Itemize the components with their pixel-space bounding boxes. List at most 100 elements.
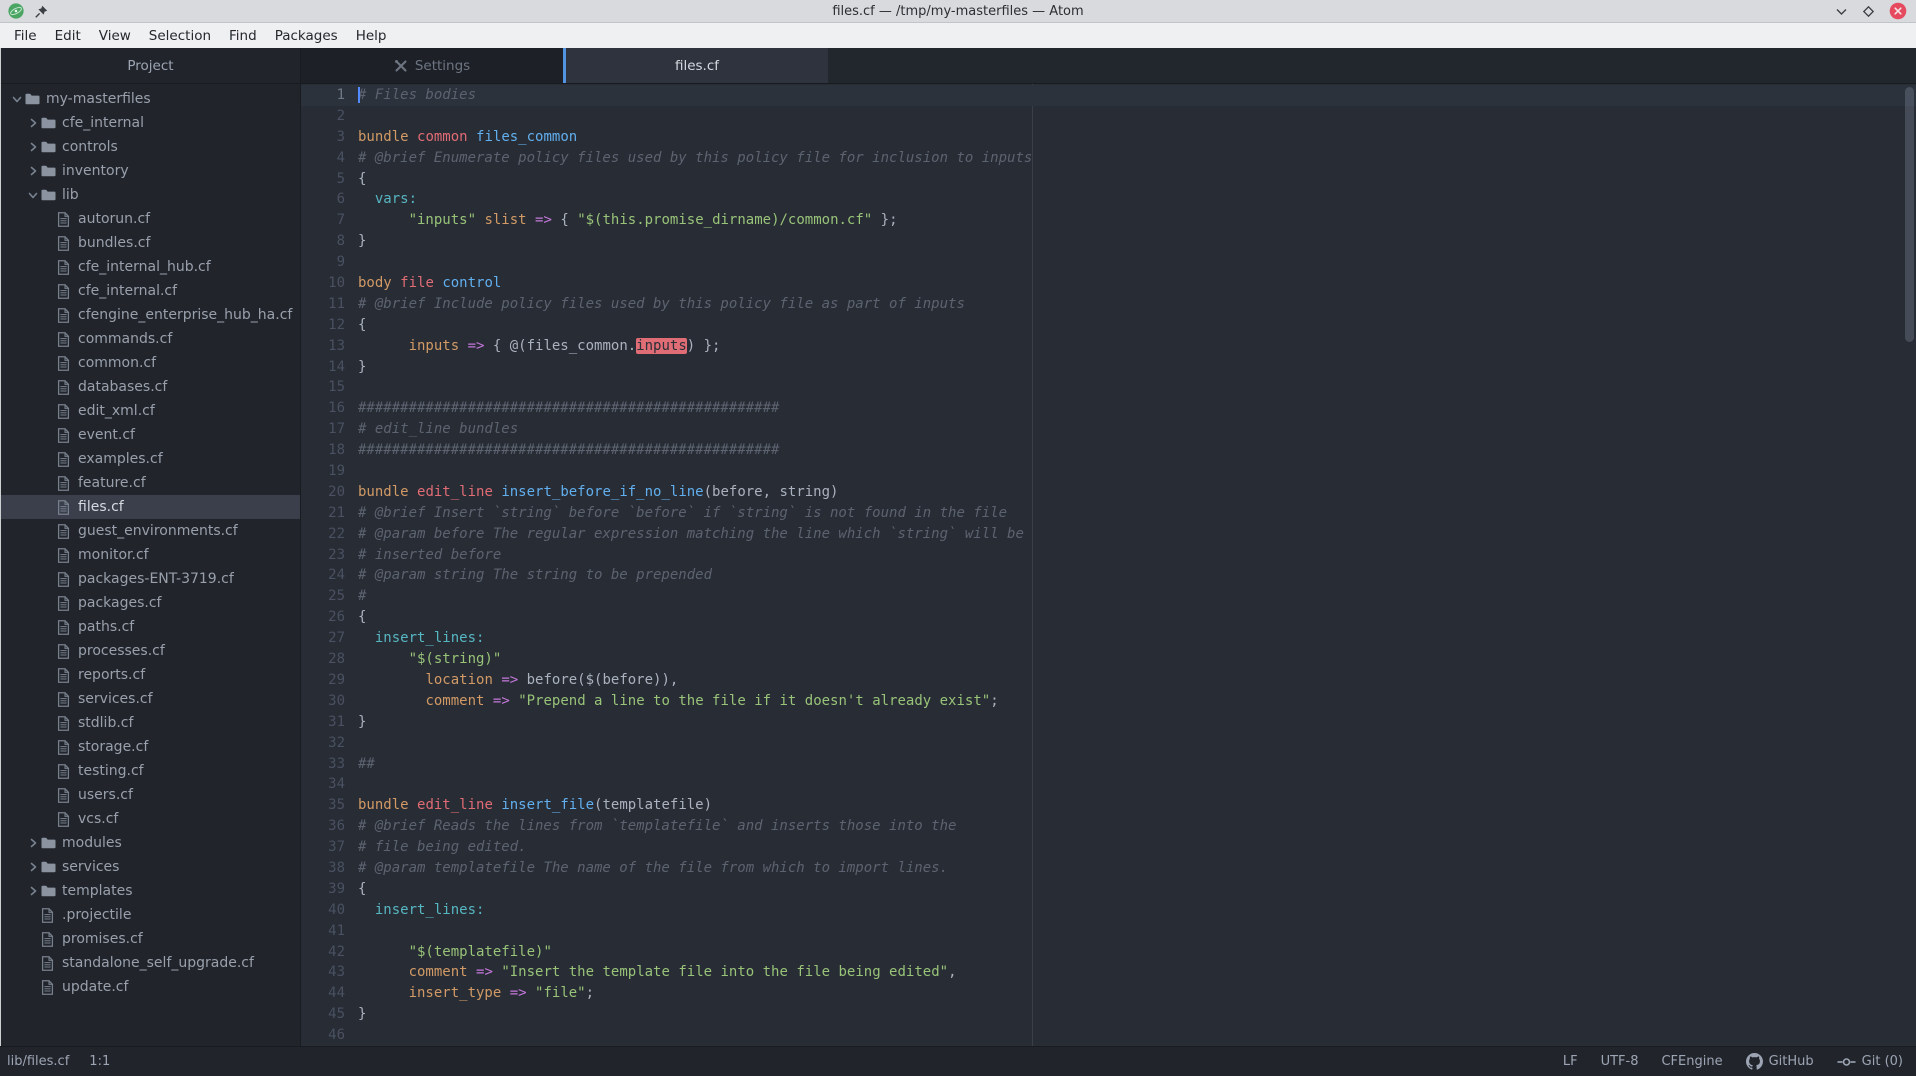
code-line-18[interactable]: 18######################################… — [301, 440, 1916, 461]
chevron-slot[interactable] — [25, 191, 41, 200]
chevron-slot[interactable] — [25, 166, 41, 176]
code-line-31[interactable]: 31} — [301, 712, 1916, 733]
tree-item-promises.cf[interactable]: promises.cf — [1, 927, 300, 951]
code-line-10[interactable]: 10body file control — [301, 273, 1916, 294]
tree-item-storage.cf[interactable]: storage.cf — [1, 735, 300, 759]
tree-item-cfe_internal_hub.cf[interactable]: cfe_internal_hub.cf — [1, 255, 300, 279]
project-panel-header[interactable]: Project — [1, 48, 300, 84]
chevron-slot[interactable] — [25, 142, 41, 152]
tree-item-feature.cf[interactable]: feature.cf — [1, 471, 300, 495]
tree-item-stdlib.cf[interactable]: stdlib.cf — [1, 711, 300, 735]
menu-find[interactable]: Find — [220, 28, 266, 44]
code-line-23[interactable]: 23# inserted before — [301, 545, 1916, 566]
code-line-41[interactable]: 41 — [301, 921, 1916, 942]
code-line-45[interactable]: 45} — [301, 1004, 1916, 1025]
code-line-20[interactable]: 20bundle edit_line insert_before_if_no_l… — [301, 482, 1916, 503]
chevron-slot[interactable] — [25, 118, 41, 128]
status-lf[interactable]: LF — [1563, 1054, 1578, 1069]
tree-item-services.cf[interactable]: services.cf — [1, 687, 300, 711]
status-cfengine[interactable]: CFEngine — [1661, 1054, 1722, 1069]
status-utf-8[interactable]: UTF-8 — [1601, 1054, 1639, 1069]
code-line-35[interactable]: 35bundle edit_line insert_file(templatef… — [301, 795, 1916, 816]
vertical-scrollbar[interactable] — [1905, 87, 1914, 342]
code-line-13[interactable]: 13 inputs => { @(files_common.inputs) }; — [301, 336, 1916, 357]
tree-item-cfe_internal.cf[interactable]: cfe_internal.cf — [1, 279, 300, 303]
code-line-26[interactable]: 26{ — [301, 607, 1916, 628]
tree-item-testing.cf[interactable]: testing.cf — [1, 759, 300, 783]
code-line-38[interactable]: 38# @param templatefile The name of the … — [301, 858, 1916, 879]
tree-item-examples.cf[interactable]: examples.cf — [1, 447, 300, 471]
maximize-button[interactable] — [1862, 5, 1875, 18]
code-line-29[interactable]: 29 location => before($(before)), — [301, 670, 1916, 691]
code-line-37[interactable]: 37# file being edited. — [301, 837, 1916, 858]
code-line-24[interactable]: 24# @param string The string to be prepe… — [301, 565, 1916, 586]
tree-item-modules[interactable]: modules — [1, 831, 300, 855]
tree-item-standalone_self_upgrade.cf[interactable]: standalone_self_upgrade.cf — [1, 951, 300, 975]
tree-item-templates[interactable]: templates — [1, 879, 300, 903]
tree-item-cfe_internal[interactable]: cfe_internal — [1, 111, 300, 135]
code-line-32[interactable]: 32 — [301, 733, 1916, 754]
text-editor[interactable]: 1# Files bodies23bundle common files_com… — [301, 84, 1916, 1046]
code-line-40[interactable]: 40 insert_lines: — [301, 900, 1916, 921]
tree-item-my-masterfiles[interactable]: my-masterfiles — [1, 87, 300, 111]
status-file-path[interactable]: lib/files.cf — [7, 1054, 69, 1069]
minimize-button[interactable] — [1835, 7, 1848, 16]
code-line-8[interactable]: 8} — [301, 231, 1916, 252]
code-line-19[interactable]: 19 — [301, 461, 1916, 482]
code-line-43[interactable]: 43 comment => "Insert the template file … — [301, 962, 1916, 983]
tree-item-paths.cf[interactable]: paths.cf — [1, 615, 300, 639]
tree-item-autorun.cf[interactable]: autorun.cf — [1, 207, 300, 231]
chevron-slot[interactable] — [25, 886, 41, 896]
tree-item-users.cf[interactable]: users.cf — [1, 783, 300, 807]
code-line-30[interactable]: 30 comment => "Prepend a line to the fil… — [301, 691, 1916, 712]
code-line-46[interactable]: 46 — [301, 1025, 1916, 1046]
tree-item-event.cf[interactable]: event.cf — [1, 423, 300, 447]
code-line-6[interactable]: 6 vars: — [301, 189, 1916, 210]
tree-item-inventory[interactable]: inventory — [1, 159, 300, 183]
code-line-28[interactable]: 28 "$(string)" — [301, 649, 1916, 670]
chevron-slot[interactable] — [25, 838, 41, 848]
code-line-42[interactable]: 42 "$(templatefile)" — [301, 942, 1916, 963]
code-line-14[interactable]: 14} — [301, 357, 1916, 378]
tree-item-packages-ENT-3719.cf[interactable]: packages-ENT-3719.cf — [1, 567, 300, 591]
tree-item-packages.cf[interactable]: packages.cf — [1, 591, 300, 615]
pin-icon[interactable] — [35, 5, 48, 18]
tree-item-update.cf[interactable]: update.cf — [1, 975, 300, 999]
tree-item-databases.cf[interactable]: databases.cf — [1, 375, 300, 399]
tree-item-controls[interactable]: controls — [1, 135, 300, 159]
tree-item-cfengine_enterprise_hub_ha.cf[interactable]: cfengine_enterprise_hub_ha.cf — [1, 303, 300, 327]
tree-item-edit_xml.cf[interactable]: edit_xml.cf — [1, 399, 300, 423]
code-line-7[interactable]: 7 "inputs" slist => { "$(this.promise_di… — [301, 210, 1916, 231]
code-line-3[interactable]: 3bundle common files_common — [301, 127, 1916, 148]
code-line-39[interactable]: 39{ — [301, 879, 1916, 900]
status-git-0-[interactable]: Git (0) — [1837, 1054, 1903, 1069]
tree-item-lib[interactable]: lib — [1, 183, 300, 207]
tree-item-processes.cf[interactable]: processes.cf — [1, 639, 300, 663]
code-line-9[interactable]: 9 — [301, 252, 1916, 273]
menu-selection[interactable]: Selection — [140, 28, 220, 44]
tab-settings[interactable]: Settings — [301, 48, 563, 83]
tree-item-bundles.cf[interactable]: bundles.cf — [1, 231, 300, 255]
code-line-44[interactable]: 44 insert_type => "file"; — [301, 983, 1916, 1004]
code-line-22[interactable]: 22# @param before The regular expression… — [301, 524, 1916, 545]
tree-item-files.cf[interactable]: files.cf — [1, 495, 300, 519]
status-cursor-position[interactable]: 1:1 — [89, 1054, 110, 1069]
code-line-2[interactable]: 2 — [301, 106, 1916, 127]
code-line-34[interactable]: 34 — [301, 774, 1916, 795]
menu-edit[interactable]: Edit — [46, 28, 90, 44]
code-line-1[interactable]: 1# Files bodies — [301, 85, 1916, 106]
tree-item-vcs.cf[interactable]: vcs.cf — [1, 807, 300, 831]
chevron-slot[interactable] — [25, 862, 41, 872]
tree-item-guest_environments.cf[interactable]: guest_environments.cf — [1, 519, 300, 543]
code-line-11[interactable]: 11# @brief Include policy files used by … — [301, 294, 1916, 315]
status-github[interactable]: GitHub — [1746, 1053, 1814, 1070]
menu-help[interactable]: Help — [347, 28, 396, 44]
tree-item-.projectile[interactable]: .projectile — [1, 903, 300, 927]
chevron-slot[interactable] — [9, 95, 25, 104]
tree-item-reports.cf[interactable]: reports.cf — [1, 663, 300, 687]
tree-item-services[interactable]: services — [1, 855, 300, 879]
code-line-25[interactable]: 25# — [301, 586, 1916, 607]
code-line-16[interactable]: 16######################################… — [301, 398, 1916, 419]
code-line-4[interactable]: 4# @brief Enumerate policy files used by… — [301, 148, 1916, 169]
tree-item-commands.cf[interactable]: commands.cf — [1, 327, 300, 351]
